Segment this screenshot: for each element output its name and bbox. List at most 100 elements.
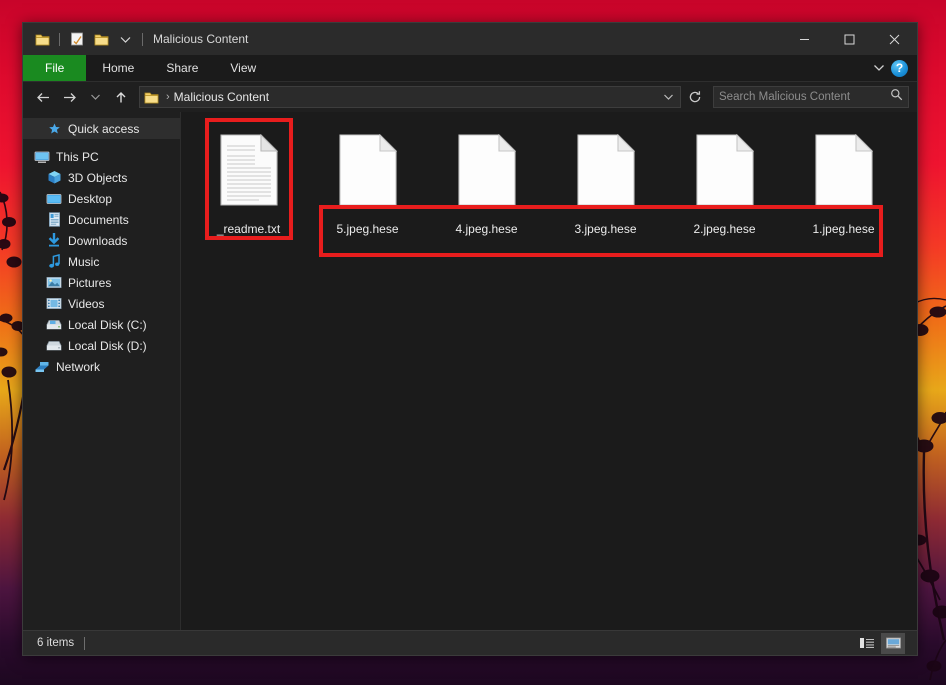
file-name-label: 4.jpeg.hese [455,222,518,236]
item-count-label: 6 items [37,637,75,649]
file-name-label: _readme.txt [216,222,281,236]
file-item[interactable]: _readme.txt [189,120,308,236]
sidebar-item-desktop[interactable]: Desktop [23,188,180,209]
sidebar-item-videos[interactable]: Videos [23,293,180,314]
file-name-label: 5.jpeg.hese [336,222,399,236]
text-document-icon [219,126,278,214]
address-path-box[interactable]: › Malicious Content [139,86,681,108]
up-button-icon[interactable] [109,85,133,109]
pictures-icon [45,275,63,291]
network-icon [33,359,51,375]
navigation-pane: Quick access This PC 3D Objects Desktop … [23,112,181,630]
sidebar-item-network[interactable]: Network [23,356,180,377]
title-bar[interactable]: Malicious Content [23,23,917,55]
properties-icon[interactable] [66,28,88,50]
search-icon[interactable] [890,88,903,106]
help-icon[interactable]: ? [891,59,908,77]
sidebar-item-local-disk-d[interactable]: Local Disk (D:) [23,335,180,356]
forward-button-icon[interactable] [57,85,81,109]
explorer-body: Quick access This PC 3D Objects Desktop … [23,112,917,630]
previous-locations-chevron-icon[interactable] [660,87,676,107]
sidebar-item-3d-objects[interactable]: 3D Objects [23,167,180,188]
view-toggle-group [855,632,911,654]
star-pin-icon [45,121,63,137]
sidebar-item-label: Desktop [68,191,113,206]
file-explorer-window: Malicious Content File Home Share View ? [22,22,918,656]
customize-chevron-icon[interactable] [114,28,136,50]
sidebar-item-this-pc[interactable]: This PC [23,146,180,167]
sidebar-item-documents[interactable]: Documents [23,209,180,230]
sidebar-item-label: Pictures [68,275,112,290]
ribbon-tab-bar: File Home Share View ? [23,55,917,82]
sidebar-item-label: Local Disk (C:) [68,317,147,332]
qat-divider-2 [142,32,143,46]
breadcrumb-current-folder[interactable]: Malicious Content [174,90,269,104]
details-view-button[interactable] [855,633,879,654]
file-item[interactable]: 5.jpeg.hese [308,120,427,236]
videos-icon [45,296,63,312]
file-item[interactable]: 2.jpeg.hese [665,120,784,236]
minimize-button[interactable] [782,23,827,55]
sidebar-item-local-disk-c[interactable]: Local Disk (C:) [23,314,180,335]
file-item[interactable]: 4.jpeg.hese [427,120,546,236]
file-name-label: 3.jpeg.hese [574,222,637,236]
address-bar: › Malicious Content Search Malicious Con… [23,82,917,112]
sidebar-item-label: Network [56,359,101,374]
refresh-icon[interactable] [685,86,705,108]
folder-icon[interactable] [31,28,53,50]
tab-view[interactable]: View [214,55,272,81]
blank-document-icon [695,126,754,214]
sidebar-item-downloads[interactable]: Downloads [23,230,180,251]
documents-icon [45,212,63,228]
window-title: Malicious Content [153,32,249,46]
search-input[interactable]: Search Malicious Content [713,86,909,108]
ribbon-actions: ? [873,55,917,81]
sidebar-item-music[interactable]: Music [23,251,180,272]
sidebar-item-pictures[interactable]: Pictures [23,272,180,293]
tab-share[interactable]: Share [150,55,214,81]
tab-home[interactable]: Home [86,55,150,81]
maximize-button[interactable] [827,23,872,55]
sidebar-item-label: Videos [68,296,105,311]
cube-icon [45,170,63,186]
desktop-icon [45,191,63,207]
sidebar-item-label: 3D Objects [68,170,128,185]
large-icons-view-button[interactable] [881,632,905,654]
breadcrumb-separator: › [166,91,170,103]
blank-document-icon [576,126,635,214]
search-placeholder: Search Malicious Content [719,91,851,103]
sidebar-item-label: Documents [68,212,129,227]
monitor-icon [33,149,51,165]
qat-divider-1 [59,32,60,46]
ribbon-spacer [272,55,873,81]
close-button[interactable] [872,23,917,55]
status-bar: 6 items [23,630,917,655]
file-item[interactable]: 1.jpeg.hese [784,120,903,236]
sidebar-item-label: Quick access [68,121,140,136]
sidebar-item-label: Downloads [68,233,128,248]
sidebar-item-quick-access[interactable]: Quick access [23,118,180,139]
files-grid: _readme.txt 5.jpeg.hese 4.jpeg.hese 3.jp… [181,112,917,236]
sidebar-item-label: Music [68,254,100,269]
drive-windows-icon [45,317,63,333]
music-note-icon [45,254,63,270]
blank-document-icon [814,126,873,214]
file-name-label: 2.jpeg.hese [693,222,756,236]
file-item[interactable]: 3.jpeg.hese [546,120,665,236]
back-button-icon[interactable] [31,85,55,109]
sidebar-item-label: This PC [56,149,99,164]
expand-ribbon-chevron-icon[interactable] [873,59,885,77]
status-divider [84,636,86,650]
new-folder-icon[interactable] [90,28,112,50]
path-folder-icon [144,91,159,104]
download-icon [45,233,63,249]
quick-access-toolbar [23,28,147,50]
blank-document-icon [457,126,516,214]
file-name-label: 1.jpeg.hese [812,222,875,236]
recent-locations-chevron-icon[interactable] [83,85,107,109]
window-controls [782,23,917,55]
file-list-view[interactable]: _readme.txt 5.jpeg.hese 4.jpeg.hese 3.jp… [181,112,917,630]
blank-document-icon [338,126,397,214]
drive-icon [45,338,63,354]
tab-file[interactable]: File [23,55,87,81]
